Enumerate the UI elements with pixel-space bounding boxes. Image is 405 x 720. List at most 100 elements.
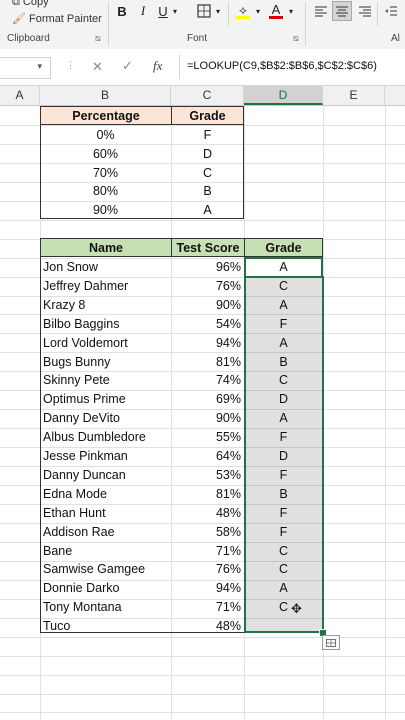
test-score-cell[interactable]: 54%	[171, 314, 244, 333]
grade-cell[interactable]: F	[244, 314, 323, 333]
test-score-cell[interactable]: 48%	[171, 616, 244, 635]
underline-dropdown-icon[interactable]: ▾	[170, 2, 180, 20]
lookup-grade-cell[interactable]: A	[171, 200, 244, 219]
decrease-indent-icon[interactable]	[382, 2, 400, 20]
align-right-icon[interactable]	[356, 2, 374, 20]
name-box[interactable]: ▾	[0, 57, 51, 79]
name-cell[interactable]: Danny Duncan	[40, 465, 171, 484]
test-score-cell[interactable]: 76%	[171, 559, 244, 578]
test-score-cell[interactable]: 76%	[171, 276, 244, 295]
insert-function-button[interactable]: fx	[153, 58, 162, 74]
font-color-dropdown-icon[interactable]: ▾	[286, 2, 296, 20]
name-cell[interactable]: Jesse Pinkman	[40, 446, 171, 465]
scores-header-test-score[interactable]: Test Score	[171, 238, 245, 257]
grade-cell[interactable]: C	[244, 541, 323, 560]
borders-icon[interactable]	[196, 2, 212, 20]
test-score-cell[interactable]: 81%	[171, 352, 244, 371]
column-header-f[interactable]	[385, 86, 405, 105]
lookup-percentage-cell[interactable]: 60%	[40, 144, 171, 163]
copy-button[interactable]: ⧉ Copy	[12, 0, 49, 9]
bold-button[interactable]: B	[114, 2, 130, 20]
grade-cell[interactable]: B	[244, 484, 323, 503]
font-launcher-icon[interactable]: ⧅	[293, 33, 299, 44]
test-score-cell[interactable]: 69%	[171, 389, 244, 408]
column-header-c[interactable]: C	[171, 86, 244, 105]
test-score-cell[interactable]: 94%	[171, 578, 244, 597]
align-center-icon[interactable]	[332, 1, 352, 21]
scores-header-grade[interactable]: Grade	[244, 238, 323, 257]
borders-dropdown-icon[interactable]: ▾	[213, 2, 223, 20]
test-score-cell[interactable]: 71%	[171, 541, 244, 560]
test-score-cell[interactable]: 71%	[171, 597, 244, 616]
enter-icon[interactable]: ✓	[122, 58, 133, 74]
name-cell[interactable]: Danny DeVito	[40, 408, 171, 427]
grade-cell[interactable]: F	[244, 465, 323, 484]
font-color-button[interactable]: A	[267, 2, 285, 20]
quick-analysis-button[interactable]	[322, 635, 340, 650]
test-score-cell[interactable]: 64%	[171, 446, 244, 465]
lookup-header-grade[interactable]: Grade	[171, 106, 244, 125]
fill-color-button[interactable]: ⟡	[234, 2, 252, 20]
grade-cell[interactable]: A	[244, 257, 323, 276]
formula-input[interactable]: =LOOKUP(C9,$B$2:$B$6,$C$2:$C$6)	[187, 60, 377, 72]
align-left-icon[interactable]	[312, 2, 330, 20]
worksheet-grid[interactable]: Percentage Grade 0% F 60% D 70% C 80% B 90% A Nam…	[0, 106, 405, 720]
lookup-grade-cell[interactable]: C	[171, 163, 244, 182]
name-cell[interactable]: Edna Mode	[40, 484, 171, 503]
test-score-cell[interactable]: 55%	[171, 427, 244, 446]
grade-cell[interactable]	[244, 616, 323, 635]
column-header-a[interactable]: A	[0, 86, 40, 105]
name-cell[interactable]: Bugs Bunny	[40, 352, 171, 371]
test-score-cell[interactable]: 58%	[171, 522, 244, 541]
lookup-header-percentage[interactable]: Percentage	[40, 106, 172, 125]
test-score-cell[interactable]: 81%	[171, 484, 244, 503]
grade-cell[interactable]: C	[244, 370, 323, 389]
fill-color-dropdown-icon[interactable]: ▾	[253, 2, 263, 20]
grade-cell[interactable]: F	[244, 427, 323, 446]
column-header-d[interactable]: D	[244, 86, 323, 105]
name-cell[interactable]: Krazy 8	[40, 295, 171, 314]
test-score-cell[interactable]: 90%	[171, 408, 244, 427]
format-painter-button[interactable]: 🖌 Format Painter	[12, 12, 102, 25]
lookup-percentage-cell[interactable]: 90%	[40, 200, 171, 219]
grade-cell[interactable]: A	[244, 333, 323, 352]
name-cell[interactable]: Ethan Hunt	[40, 503, 171, 522]
lookup-grade-cell[interactable]: F	[171, 125, 244, 144]
grade-cell[interactable]: C	[244, 597, 323, 616]
name-cell[interactable]: Addison Rae	[40, 522, 171, 541]
grade-cell[interactable]: C	[244, 559, 323, 578]
grade-cell[interactable]: D	[244, 389, 323, 408]
grade-cell[interactable]: A	[244, 295, 323, 314]
grade-cell[interactable]: A	[244, 578, 323, 597]
lookup-percentage-cell[interactable]: 0%	[40, 125, 171, 144]
name-cell[interactable]: Jon Snow	[40, 257, 171, 276]
name-cell[interactable]: Donnie Darko	[40, 578, 171, 597]
grade-cell[interactable]: F	[244, 503, 323, 522]
lookup-percentage-cell[interactable]: 80%	[40, 181, 171, 200]
lookup-grade-cell[interactable]: B	[171, 181, 244, 200]
grade-cell[interactable]: C	[244, 276, 323, 295]
lookup-percentage-cell[interactable]: 70%	[40, 163, 171, 182]
name-cell[interactable]: Samwise Gamgee	[40, 559, 171, 578]
more-options-icon[interactable]: ⋮	[66, 60, 75, 71]
test-score-cell[interactable]: 90%	[171, 295, 244, 314]
name-cell[interactable]: Optimus Prime	[40, 389, 171, 408]
test-score-cell[interactable]: 94%	[171, 333, 244, 352]
clipboard-launcher-icon[interactable]: ⧅	[95, 33, 101, 44]
scores-header-name[interactable]: Name	[40, 238, 172, 257]
name-cell[interactable]: Skinny Pete	[40, 370, 171, 389]
name-cell[interactable]: Lord Voldemort	[40, 333, 171, 352]
name-cell[interactable]: Tuco	[40, 616, 171, 635]
test-score-cell[interactable]: 96%	[171, 257, 244, 276]
column-header-b[interactable]: B	[40, 86, 171, 105]
name-cell[interactable]: Tony Montana	[40, 597, 171, 616]
grade-cell[interactable]: F	[244, 522, 323, 541]
grade-cell[interactable]: A	[244, 408, 323, 427]
column-header-e[interactable]: E	[323, 86, 385, 105]
test-score-cell[interactable]: 53%	[171, 465, 244, 484]
name-cell[interactable]: Jeffrey Dahmer	[40, 276, 171, 295]
test-score-cell[interactable]: 74%	[171, 370, 244, 389]
grade-cell[interactable]: B	[244, 352, 323, 371]
name-cell[interactable]: Bilbo Baggins	[40, 314, 171, 333]
italic-button[interactable]: I	[136, 2, 150, 20]
